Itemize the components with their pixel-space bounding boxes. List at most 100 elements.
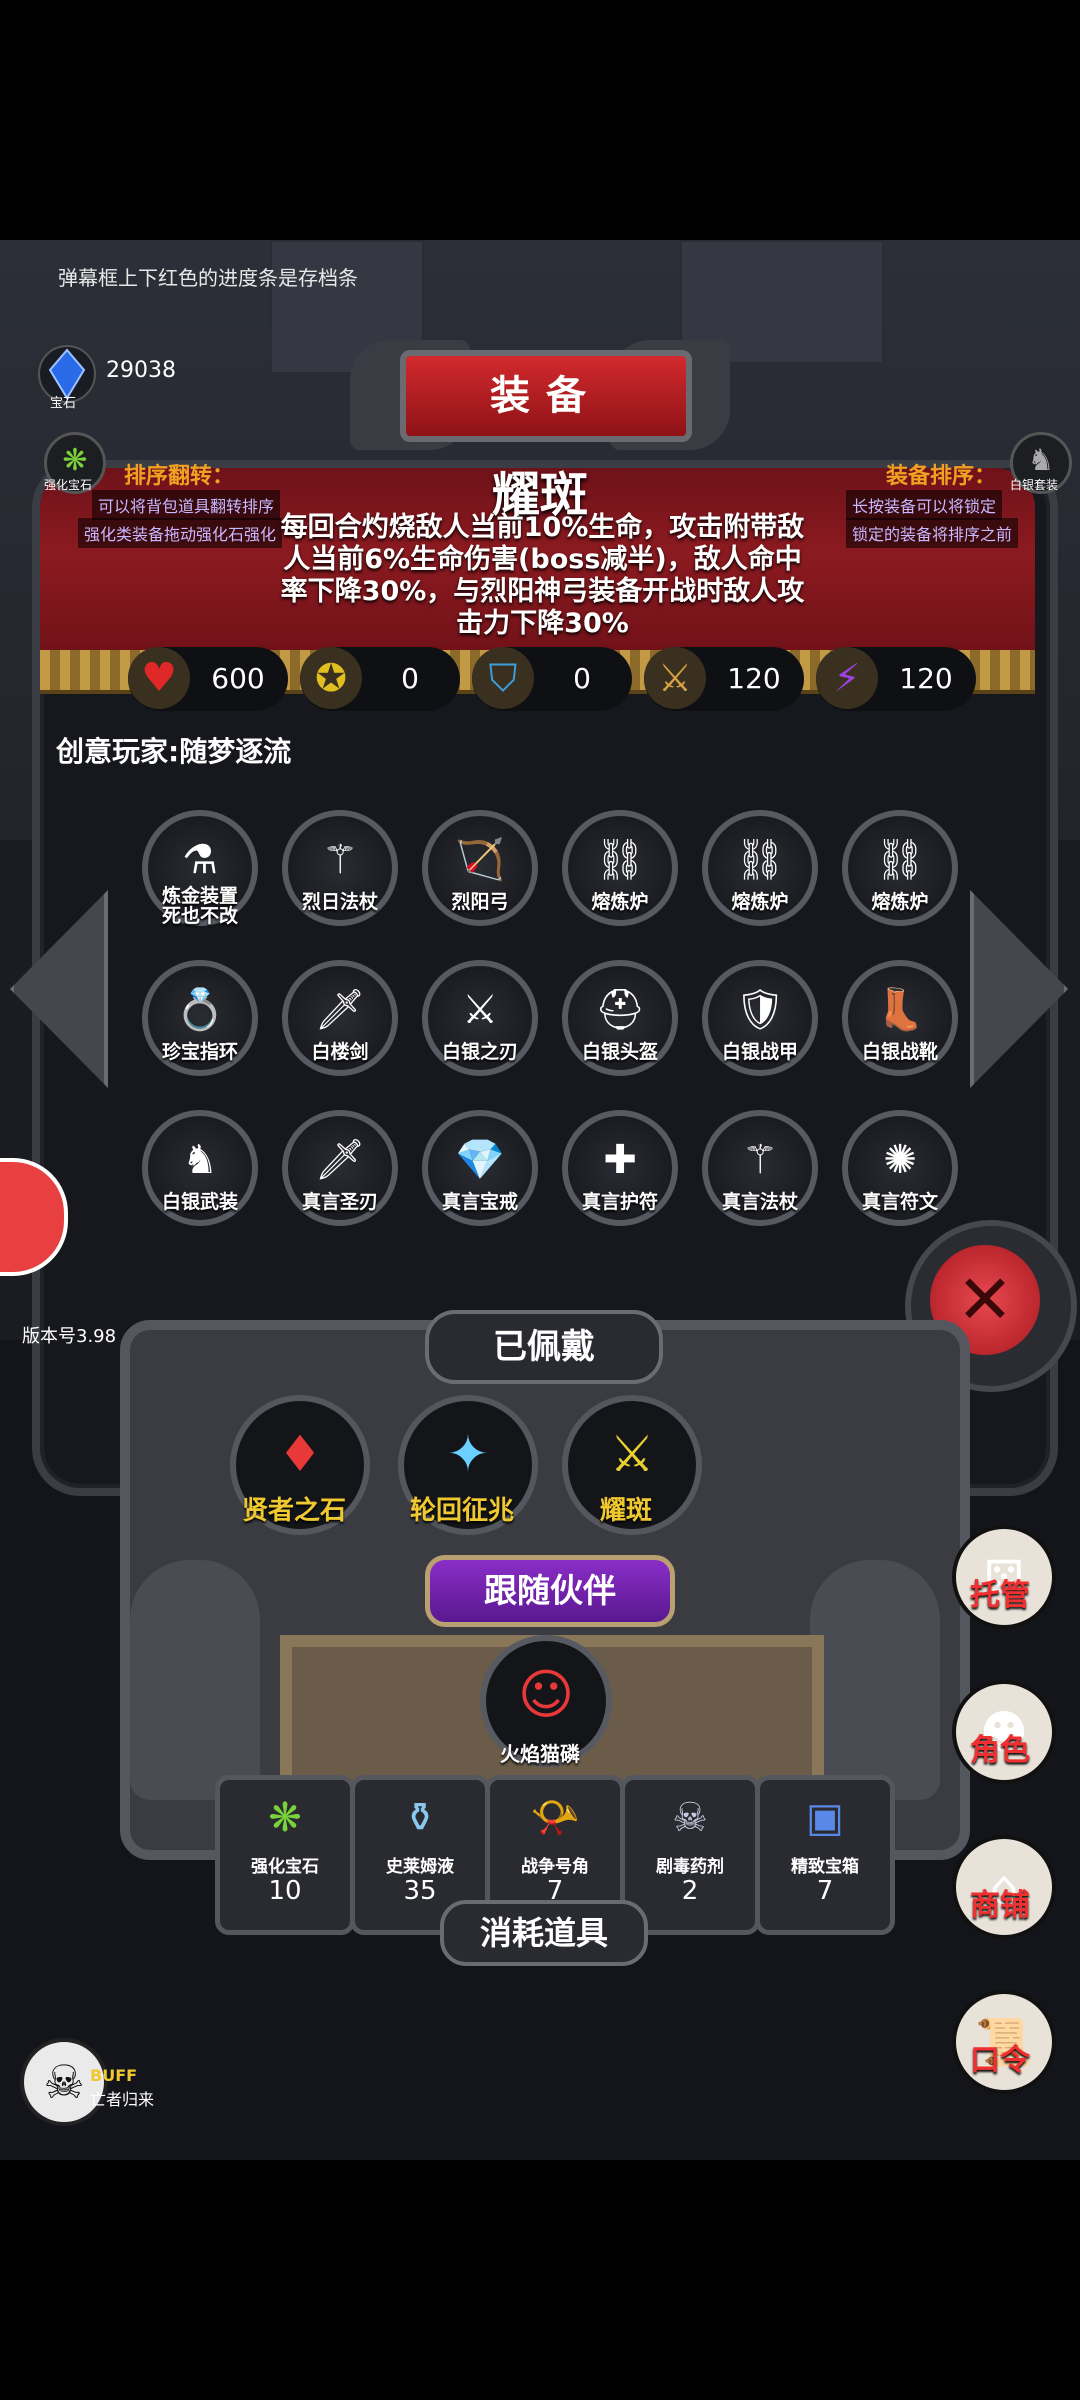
menu-role-label[interactable]: 角色 [950,1725,1050,1769]
slot-label: 白银战甲 [721,1041,798,1063]
consumable-label: 剧毒药剂 [656,1857,724,1877]
consumable-label: 史莱姆液 [386,1857,454,1877]
inventory-slot[interactable]: ⚗ 炼金装置 死也不改 [142,810,258,926]
sun-staff-icon: ⚚ [322,837,358,883]
consumable-label: 精致宝箱 [791,1857,859,1877]
item-description: 每回合灼烧敌人当前10%生命，攻击附带敌人当前6%生命伤害(boss减半)，敌人… [280,512,805,639]
buff-label: BUFF [90,2066,138,2085]
sword-icon: ⚔ [644,647,706,709]
equipped-label: 贤者之石 [241,1496,346,1526]
slot-label: 熔炼炉 [731,891,789,913]
slot-label: 熔炼炉 [871,891,929,913]
slot-label: 真言护符 [581,1191,658,1213]
panel-title: 装备 [400,350,692,442]
inventory-slot[interactable]: ⚚ 真言法杖 [702,1110,818,1226]
poison-potion-icon: ☠ [672,1795,708,1841]
player-name: 创意玩家:随梦逐流 [56,735,292,768]
lightning-icon: ⚡ [816,647,878,709]
inventory-slot[interactable]: ⚚ 烈日法杖 [282,810,398,926]
slot-label: 真言圣刃 [301,1191,378,1213]
furnace-icon: ⛓ [874,837,926,883]
inventory-slot[interactable]: ✺ 真言符文 [842,1110,958,1226]
staff-icon: ⚚ [742,1137,778,1183]
consumables-title: 消耗道具 [440,1900,648,1966]
inventory-slot[interactable]: 🗡 真言圣刃 [282,1110,398,1226]
stat-strength: ✪ 0 [300,647,460,711]
stat-value: 120 [727,662,781,695]
flare-sword-icon: ⚔ [609,1425,655,1483]
knight-armor-icon: ♞ [182,1137,218,1183]
inventory-slot[interactable]: ♞ 白银武装 [142,1110,258,1226]
slime-potion-icon: ⚱ [403,1795,437,1841]
game-screen: 弹幕框上下红色的进度条是存档条 宝石 29038 装备 ❋ 强化宝石 排序翻转：… [0,240,1080,2160]
menu-auto-label[interactable]: 托管 [950,1570,1050,1614]
equipped-label: 轮回征兆 [409,1496,514,1526]
inventory-slot[interactable]: ⛑ 白银头盔 [562,960,678,1076]
inventory-slot[interactable]: 🛡 白银战甲 [702,960,818,1076]
stat-value: 0 [401,662,419,695]
inventory-slot[interactable]: 💎 真言宝戒 [422,1110,538,1226]
menu-shop-label[interactable]: 商铺 [950,1880,1050,1924]
consumable-label: 强化宝石 [251,1857,319,1877]
inventory-slot[interactable]: 💍 珍宝指环 [142,960,258,1076]
slot-label: 烈阳弓 [451,891,509,913]
companion-portrait-icon: ☺ [517,1663,575,1726]
companion-title: 跟随伙伴 [425,1555,675,1627]
gem-ring-icon: 💎 [455,1137,505,1183]
menu-code-label[interactable]: 口令 [950,2035,1050,2079]
red-stone-icon: ♦ [277,1425,323,1483]
slot-label: 真言符文 [861,1191,938,1213]
slot-label: 珍宝指环 [161,1041,238,1063]
inventory-slot[interactable]: ⚔ 白银之刃 [422,960,538,1076]
furnace-icon: ⛓ [594,837,646,883]
furnace-icon: ⛓ [734,837,786,883]
stat-value: 0 [573,662,591,695]
equipped-title: 已佩戴 [425,1310,663,1384]
companion-name: 火焰猫磷 [500,1742,580,1766]
stat-defense: ⛉ 0 [472,647,632,711]
treasure-chest-icon: ▣ [806,1795,844,1841]
slot-label: 白楼剑 [311,1041,369,1063]
hint-text: 弹幕框上下红色的进度条是存档条 [58,266,358,290]
slot-label: 白银战靴 [861,1041,938,1063]
dragon-statue-right [810,1560,940,1800]
ice-wand-icon: ✦ [447,1425,489,1483]
consumable-count: 2 [681,1876,699,1906]
inventory-slot[interactable]: ⛓ 熔炼炉 [842,810,958,926]
shield-icon: ⛉ [472,647,534,709]
slot-label: 熔炼炉 [591,891,649,913]
slot-label: 真言法杖 [721,1191,798,1213]
inventory-slot[interactable]: 🗡 白楼剑 [282,960,398,1076]
slot-label: 白银武装 [161,1191,238,1213]
consumable-count: 7 [816,1876,834,1906]
heart-icon: ♥ [128,647,190,709]
inventory-slot[interactable]: ⛓ 熔炼炉 [702,810,818,926]
dragon-statue-left [130,1560,260,1800]
boots-icon: 👢 [875,987,925,1033]
gem-count: 29038 [106,358,176,383]
consumable-slot[interactable]: ❋ 强化宝石 10 [215,1775,355,1935]
stat-magic: ⚡ 120 [816,647,976,711]
armor-icon: 🛡 [734,987,786,1033]
gem-label: 宝石 [50,396,77,411]
consumable-slot[interactable]: ▣ 精致宝箱 7 [755,1775,895,1935]
stat-attack: ⚔ 120 [644,647,804,711]
slot-label: 烈日法杖 [301,891,378,913]
inventory-slot[interactable]: 👢 白银战靴 [842,960,958,1076]
blade-icon: ⚔ [462,987,498,1033]
bow-icon: 🏹 [455,837,505,883]
strength-icon: ✪ [300,647,362,709]
war-horn-icon: 📯 [530,1795,580,1841]
stat-health: ♥ 600 [128,647,288,711]
holy-blade-icon: 🗡 [314,1137,366,1183]
amulet-icon: ✚ [603,1137,637,1183]
equipped-label: 耀斑 [599,1496,652,1526]
inventory-slot[interactable]: 🏹 烈阳弓 [422,810,538,926]
version-label: 版本号3.98 [22,1326,117,1347]
stat-value: 600 [211,662,265,695]
buff-name: 亡者归来 [90,2090,155,2109]
inventory-slot[interactable]: ⛓ 熔炼炉 [562,810,678,926]
ring-icon: 💍 [175,987,225,1033]
enhance-gem-icon: ❋ [268,1795,302,1841]
inventory-slot[interactable]: ✚ 真言护符 [562,1110,678,1226]
